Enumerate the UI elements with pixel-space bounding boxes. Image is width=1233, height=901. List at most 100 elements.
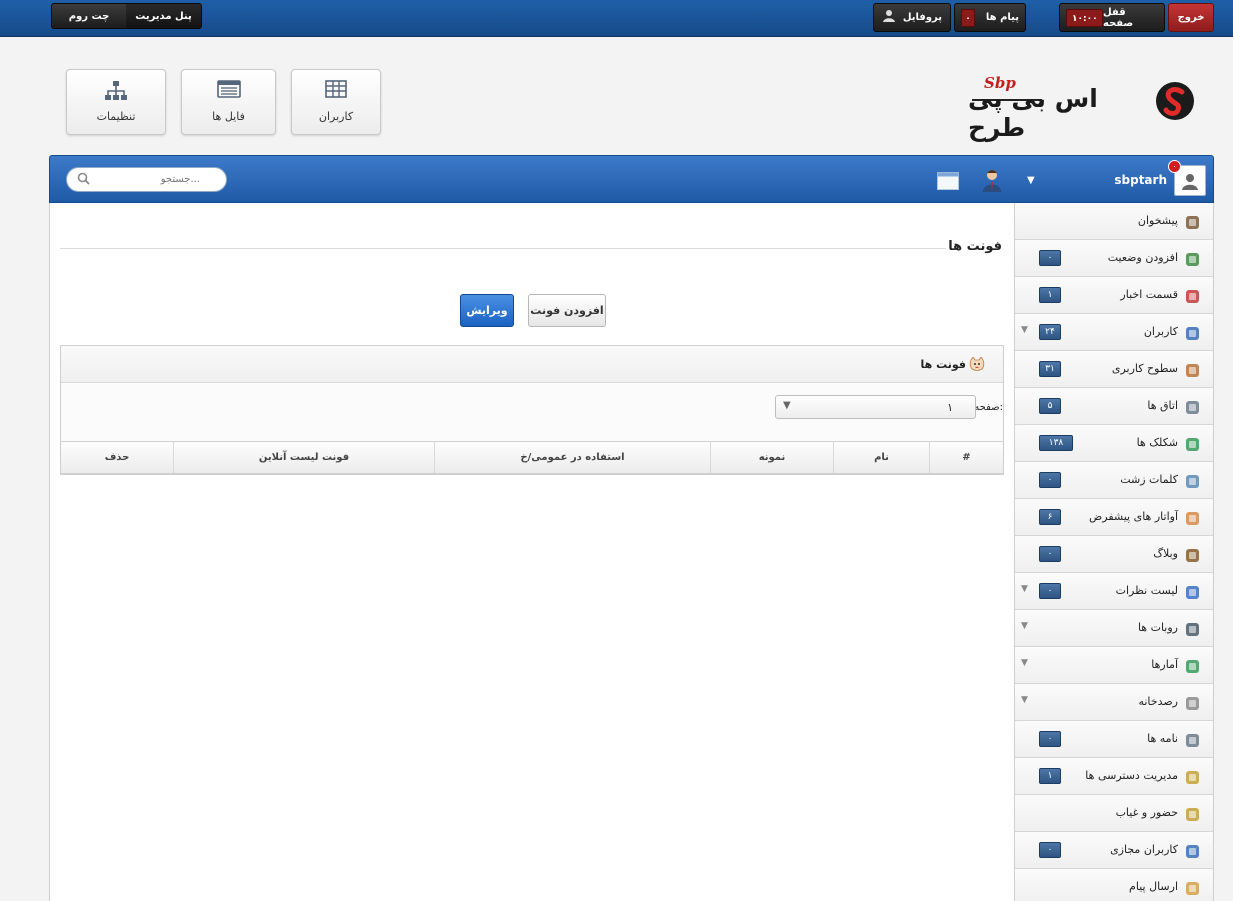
- chevron-down-icon[interactable]: ▼: [1021, 584, 1028, 594]
- edit-button[interactable]: ویرایش: [460, 294, 514, 327]
- sidebar-item[interactable]: اتاق ها ۵: [1015, 388, 1213, 425]
- messages-button[interactable]: ۰ پیام ها: [954, 3, 1026, 32]
- breadcrumb-root[interactable]: پنل مدیریت: [126, 4, 201, 28]
- add-font-button[interactable]: افزودن فونت: [528, 294, 606, 327]
- avatar-icon: [1184, 510, 1200, 526]
- sidebar-item-count-badge: ۰: [1039, 731, 1061, 747]
- page-select[interactable]: ۱ ▼: [775, 395, 976, 419]
- sidebar-item-label: آمارها: [1151, 658, 1178, 671]
- sidebar-item-count-badge: ۲۴: [1039, 324, 1061, 340]
- sidebar-item-label: پیشخوان: [1137, 214, 1178, 227]
- edit-label: ویرایش: [466, 304, 508, 317]
- sidebar-item-count-badge: ۱۳۸: [1039, 435, 1073, 451]
- sidebar-item[interactable]: کاربران مجازی ۰: [1015, 832, 1213, 869]
- sidebar-item[interactable]: کاربران ۲۴ ▼: [1015, 314, 1213, 351]
- cat-face-icon: [969, 356, 985, 374]
- sidebar-item-count-badge: ۱: [1039, 287, 1061, 303]
- file-list-icon: [182, 80, 275, 102]
- sidebar-item-label: ارسال پیام: [1129, 880, 1178, 893]
- sidebar-item-label: شکلک ها: [1136, 436, 1178, 449]
- sidebar-item-label: روبات ها: [1137, 621, 1178, 634]
- sidebar-item[interactable]: افزودن وضعیت ۰: [1015, 240, 1213, 277]
- breadcrumb-current-label: چت روم: [68, 10, 110, 22]
- site-logo[interactable]: Sbp اس بی پی طرح: [968, 70, 1196, 142]
- breadcrumb-current[interactable]: چت روم: [52, 4, 126, 28]
- username[interactable]: sbptarh: [1114, 173, 1167, 187]
- main-content: فونت ها افزودن فونت ویرایش فونت ها صفحه:…: [49, 203, 1014, 901]
- bad-words-icon: [1184, 473, 1200, 489]
- sidebar-item-label: کلمات زشت: [1120, 473, 1178, 486]
- search-box[interactable]: [66, 167, 227, 192]
- sidebar-item[interactable]: ارسال پیام: [1015, 869, 1213, 901]
- title-divider: [60, 248, 946, 249]
- sidebar-item[interactable]: مدیریت دسترسی ها ۱: [1015, 758, 1213, 795]
- sidebar-item[interactable]: آمارها ▼: [1015, 647, 1213, 684]
- chevron-down-icon[interactable]: ▼: [1021, 325, 1028, 335]
- sidebar-item[interactable]: رصدخانه ▼: [1015, 684, 1213, 721]
- chevron-down-icon[interactable]: ▼: [1021, 658, 1028, 668]
- sidebar-item-count-badge: ۱: [1039, 768, 1061, 784]
- sidebar-item-label: مدیریت دسترسی ها: [1085, 769, 1178, 782]
- sidebar-item[interactable]: شکلک ها ۱۳۸: [1015, 425, 1213, 462]
- window-icon[interactable]: [937, 172, 959, 193]
- sidebar-item[interactable]: نامه ها ۰: [1015, 721, 1213, 758]
- column-online-list-font[interactable]: فونت لیست آنلاین: [173, 442, 434, 473]
- column-name[interactable]: نام: [833, 442, 929, 473]
- logout-button[interactable]: خروج: [1168, 3, 1214, 32]
- agent-icon[interactable]: [981, 168, 1003, 195]
- send-message-icon: [1184, 880, 1200, 896]
- sidebar-item[interactable]: پیشخوان: [1015, 203, 1213, 240]
- column-name-label: نام: [874, 452, 889, 463]
- sidebar-item-label: قسمت اخبار: [1120, 288, 1178, 301]
- sidebar-item[interactable]: روبات ها ▼: [1015, 610, 1213, 647]
- pager-label: صفحه:: [974, 402, 1003, 413]
- observatory-icon: [1184, 695, 1200, 711]
- chevron-down-icon[interactable]: ▼: [1021, 621, 1028, 631]
- news-icon: [1184, 288, 1200, 304]
- room-icon: [1184, 399, 1200, 415]
- column-sample[interactable]: نمونه: [710, 442, 833, 473]
- sidebar-item[interactable]: لیست نظرات ۰ ▼: [1015, 573, 1213, 610]
- sidebar-item-label: لیست نظرات: [1115, 584, 1178, 597]
- fonts-box-header: فونت ها: [61, 346, 1003, 383]
- sitemap-icon: [67, 80, 165, 102]
- messages-label: پیام ها: [985, 12, 1019, 23]
- column-usage[interactable]: استفاده در عمومی/خ: [434, 442, 710, 473]
- search-icon[interactable]: [77, 172, 90, 188]
- lock-page-button[interactable]: ۱۰:۰۰ قفل صفحه: [1059, 3, 1165, 32]
- sidebar-item-count-badge: ۳۱: [1039, 361, 1061, 377]
- search-input[interactable]: [90, 174, 200, 185]
- sidebar-item[interactable]: آواتار های پیشفرض ۶: [1015, 499, 1213, 536]
- user-avatar-icon: [1182, 173, 1198, 190]
- chevron-down-icon[interactable]: ▼: [1027, 175, 1035, 186]
- quick-link-files-label: فایل ها: [212, 110, 245, 123]
- lock-time: ۱۰:۰۰: [1066, 8, 1103, 27]
- fonts-box: فونت ها صفحه: ۱ ▼ حذف فونت لیست آنلاین ا…: [60, 345, 1004, 475]
- sidebar: پیشخوان افزودن وضعیت ۰ قسمت اخبار ۱ کاربران ۲۴…: [1014, 203, 1214, 901]
- page-title: فونت ها: [948, 239, 1002, 254]
- sidebar-item-count-badge: ۶: [1039, 509, 1061, 525]
- virtual-user-icon: [1184, 843, 1200, 859]
- logout-label: خروج: [1177, 12, 1205, 23]
- column-number[interactable]: #: [929, 442, 1003, 473]
- chevron-down-icon[interactable]: ▼: [1021, 695, 1028, 705]
- sidebar-item[interactable]: حضور و غیاب: [1015, 795, 1213, 832]
- sidebar-item-count-badge: ۰: [1039, 583, 1061, 599]
- quick-link-settings[interactable]: تنظیمات: [66, 69, 166, 135]
- column-delete[interactable]: حذف: [61, 442, 173, 473]
- sidebar-item[interactable]: کلمات زشت ۰: [1015, 462, 1213, 499]
- quick-link-users[interactable]: کاربران: [291, 69, 381, 135]
- sidebar-item-count-badge: ۰: [1039, 842, 1061, 858]
- profile-button[interactable]: پروفایل: [873, 3, 951, 32]
- sidebar-item-count-badge: ۰: [1039, 250, 1061, 266]
- messages-count: ۰: [961, 8, 975, 27]
- attendance-icon: [1184, 806, 1200, 822]
- sidebar-item-label: آواتار های پیشفرض: [1088, 510, 1178, 523]
- sidebar-item-label: کاربران مجازی: [1110, 843, 1178, 856]
- quick-link-files[interactable]: فایل ها: [181, 69, 276, 135]
- column-number-label: #: [962, 452, 971, 463]
- sidebar-item[interactable]: وبلاگ ۰: [1015, 536, 1213, 573]
- lock-icon: [1184, 769, 1200, 785]
- sidebar-item[interactable]: قسمت اخبار ۱: [1015, 277, 1213, 314]
- sidebar-item[interactable]: سطوح کاربری ۳۱: [1015, 351, 1213, 388]
